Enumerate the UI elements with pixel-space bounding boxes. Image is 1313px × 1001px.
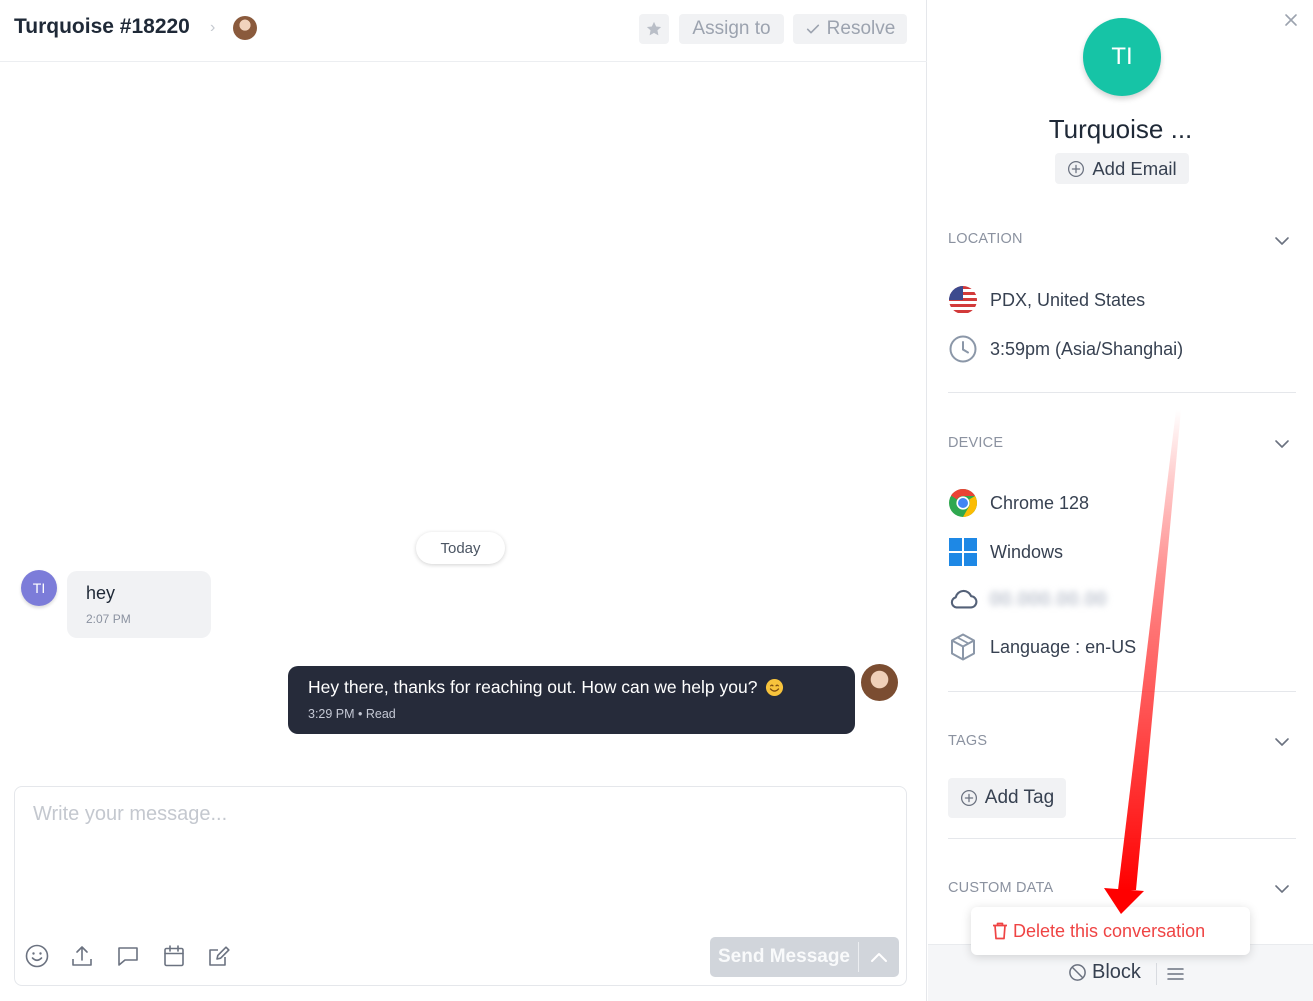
chevron-down-icon[interactable] (1274, 236, 1290, 246)
chat-panel: Turquoise #18220 › Assign to Resolve Tod… (0, 0, 927, 1001)
edit-icon[interactable] (206, 943, 232, 969)
resolve-label: Resolve (826, 18, 896, 39)
browser-name: Chrome 128 (990, 492, 1090, 513)
emoji-icon[interactable] (24, 943, 50, 969)
add-tag-label: Add Tag (984, 787, 1055, 808)
star-button[interactable] (639, 14, 669, 44)
contact-avatar: TI (1083, 18, 1161, 96)
send-message-label: Send Message (718, 946, 850, 967)
tags-heading: TAGS (948, 733, 988, 749)
add-email-button[interactable]: Add Email (1055, 153, 1189, 184)
language-row: Language : en-US (948, 632, 1136, 662)
delete-conversation-label: Delete this conversation (1013, 920, 1206, 941)
plus-circle-icon (960, 789, 977, 807)
check-icon (806, 24, 819, 34)
local-time-row: 3:59pm (Asia/Shanghai) (948, 334, 1183, 364)
cube-icon (948, 632, 978, 662)
smiling-face-emoji-icon (766, 678, 784, 697)
clock-icon (948, 334, 978, 364)
location-heading: LOCATION (948, 231, 1023, 247)
assignee-avatar[interactable] (233, 16, 257, 40)
browser-row: Chrome 128 (948, 488, 1089, 518)
chrome-icon (948, 488, 978, 518)
os-row: Windows (948, 537, 1063, 567)
message-composer: Write your message... Send Message (14, 786, 907, 986)
message-text: Hey there, thanks for reaching out. How … (308, 677, 758, 697)
chevron-down-icon[interactable] (1274, 439, 1290, 449)
day-divider: Today (416, 532, 505, 564)
contact-sidebar: TI Turquoise ... Add Email LOCATION PDX,… (928, 0, 1313, 1001)
upload-icon[interactable] (69, 943, 95, 969)
chat-header: Turquoise #18220 › Assign to Resolve (0, 0, 927, 62)
add-tag-button[interactable]: Add Tag (948, 778, 1066, 818)
incoming-message: hey 2:07 PM (67, 571, 211, 638)
message-time: 3:29 PM • Read (308, 707, 396, 721)
conversation-title: Turquoise #18220 (14, 15, 190, 38)
message-input[interactable]: Write your message... (33, 803, 227, 826)
location-place: PDX, United States (990, 289, 1146, 310)
chevron-down-icon[interactable] (1274, 884, 1290, 894)
custom-data-heading: CUSTOM DATA (948, 880, 1054, 896)
device-heading: DEVICE (948, 435, 1004, 451)
block-icon (1069, 964, 1086, 981)
resolve-button[interactable]: Resolve (793, 14, 907, 44)
section-divider (948, 838, 1296, 839)
plus-circle-icon (1068, 160, 1085, 177)
visitor-avatar: TI (21, 570, 57, 606)
chevron-down-icon[interactable] (1274, 737, 1290, 747)
calendar-icon[interactable] (161, 943, 187, 969)
cloud-icon (948, 584, 978, 614)
assign-to-button[interactable]: Assign to (679, 14, 784, 44)
contact-name: Turquoise ... (1048, 114, 1193, 144)
agent-avatar (861, 664, 898, 701)
star-icon (646, 21, 662, 36)
location-place-row: PDX, United States (948, 285, 1145, 315)
block-label: Block (1092, 961, 1141, 983)
breadcrumb-chevron-icon: › (210, 19, 216, 36)
message-text: hey (86, 583, 116, 603)
ip-address: 00.000.00.00 (990, 588, 1108, 609)
delete-conversation-menu-item[interactable]: Delete this conversation (971, 907, 1250, 955)
language-value: Language : en-US (990, 636, 1137, 657)
menu-icon[interactable] (1167, 967, 1184, 981)
send-options-button[interactable] (859, 951, 899, 963)
us-flag-icon (948, 285, 978, 315)
message-text-row: Hey there, thanks for reaching out. How … (308, 677, 835, 698)
close-icon[interactable] (1283, 12, 1299, 28)
assign-to-label: Assign to (692, 18, 771, 39)
os-name: Windows (990, 541, 1064, 562)
section-divider (948, 691, 1296, 692)
note-bubble-icon[interactable] (115, 943, 141, 969)
message-time: 2:07 PM (86, 612, 131, 626)
add-email-label: Add Email (1092, 157, 1177, 179)
ip-row: 00.000.00.00 (948, 584, 1107, 614)
chevron-up-icon (871, 953, 887, 962)
section-divider (948, 392, 1296, 393)
trash-icon (993, 922, 1007, 940)
outgoing-message: Hey there, thanks for reaching out. How … (288, 666, 855, 734)
windows-icon (948, 537, 978, 567)
bar-divider (1156, 963, 1157, 985)
send-message-button[interactable]: Send Message (710, 937, 899, 977)
local-time: 3:59pm (Asia/Shanghai) (990, 338, 1184, 359)
block-button[interactable]: Block (1068, 961, 1141, 984)
